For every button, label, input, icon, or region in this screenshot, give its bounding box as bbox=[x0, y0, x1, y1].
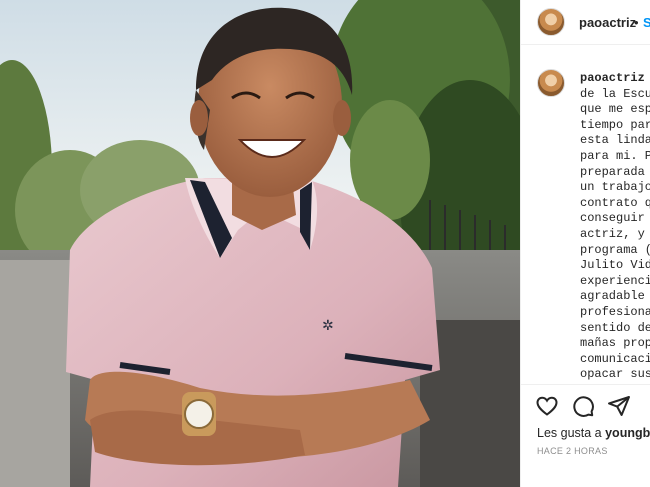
caption-line: contrato que bbox=[580, 195, 650, 210]
caption-line: programa (A bbox=[580, 242, 650, 257]
caption-username[interactable]: paoactriz bbox=[580, 71, 645, 85]
follow-button[interactable]: S bbox=[643, 15, 650, 30]
caption-line: comunicacion bbox=[580, 351, 650, 366]
caption-line: Julito Videla! bbox=[580, 258, 650, 273]
comment-icon[interactable] bbox=[571, 394, 595, 418]
svg-text:✲: ✲ bbox=[322, 318, 334, 334]
caption-line: esta linda pro bbox=[580, 133, 650, 148]
caption-line: tiempo para bbox=[580, 117, 650, 132]
caption-area: paoactriz Añ de la Escuela que me espe t… bbox=[521, 58, 650, 384]
caption-line: opacar sus cu bbox=[580, 367, 650, 382]
heart-icon[interactable] bbox=[535, 394, 559, 418]
caption-line: experiencia y bbox=[580, 273, 650, 288]
caption-line: mañas propia bbox=[580, 336, 650, 351]
caption-line: para mi. Pero bbox=[580, 148, 650, 163]
likes-line: Les gusta a youngbo bbox=[537, 426, 650, 440]
separator-dot: • bbox=[634, 15, 639, 30]
caption-line: profesional , bbox=[580, 304, 650, 319]
avatar[interactable] bbox=[537, 8, 565, 36]
timestamp[interactable]: HACE 2 HORAS bbox=[537, 446, 608, 456]
header-username[interactable]: paoactriz bbox=[579, 15, 636, 30]
post-image[interactable]: ✲ bbox=[0, 0, 520, 487]
share-icon[interactable] bbox=[607, 394, 631, 418]
caption-text: paoactriz Añ de la Escuela que me espe t… bbox=[580, 71, 650, 383]
caption-line: que me espe bbox=[580, 102, 650, 117]
divider bbox=[521, 384, 650, 385]
likes-user[interactable]: youngbo bbox=[605, 426, 650, 440]
caption-line: agradable aú bbox=[580, 289, 645, 304]
likes-prefix: Les gusta a bbox=[537, 426, 606, 440]
caption-line: Añ bbox=[645, 71, 650, 85]
caption-avatar[interactable] bbox=[537, 69, 565, 97]
caption-line: conseguir al bbox=[580, 211, 645, 226]
caption-line: sentido del h bbox=[580, 320, 650, 335]
caption-line: un trabajo es bbox=[580, 180, 650, 195]
post-sidebar: paoactriz paoactriz Añ de la Escuela que… bbox=[520, 0, 650, 487]
caption-line: actriz, y fue j bbox=[580, 226, 645, 241]
caption-line: de la Escuela bbox=[580, 86, 650, 101]
caption-line: preparada un bbox=[580, 164, 645, 179]
post-photo-illustration: ✲ bbox=[0, 0, 520, 487]
post-header: paoactriz bbox=[521, 0, 650, 45]
